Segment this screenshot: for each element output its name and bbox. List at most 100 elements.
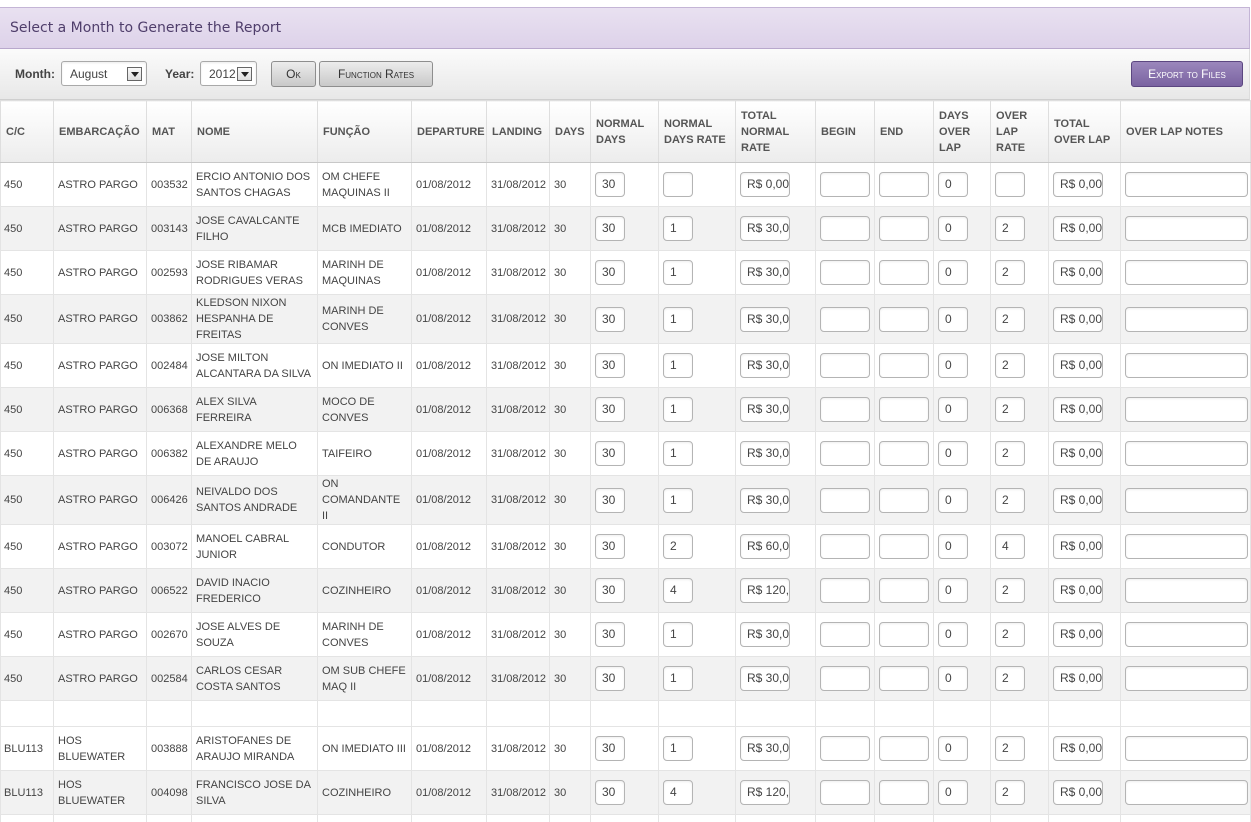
- end-input[interactable]: [879, 441, 929, 466]
- days-over-lap-input[interactable]: 0: [938, 666, 968, 691]
- normal-days-input[interactable]: 30: [595, 622, 625, 647]
- total-normal-rate-input[interactable]: R$ 30,0: [740, 487, 790, 513]
- normal-days-rate-input[interactable]: 1: [663, 441, 693, 466]
- total-normal-rate-input[interactable]: R$ 30,0: [740, 260, 790, 285]
- total-over-lap-input[interactable]: R$ 0,00: [1053, 780, 1103, 805]
- begin-input[interactable]: [820, 534, 870, 559]
- days-over-lap-input[interactable]: 0: [938, 534, 968, 559]
- begin-input[interactable]: [820, 736, 870, 761]
- begin-input[interactable]: [820, 441, 870, 466]
- begin-input[interactable]: [820, 622, 870, 647]
- over-lap-rate-input[interactable]: 2: [995, 260, 1025, 285]
- normal-days-rate-input[interactable]: 2: [663, 534, 693, 559]
- over-lap-rate-input[interactable]: 4: [995, 534, 1025, 559]
- normal-days-input[interactable]: 30: [595, 534, 625, 559]
- total-over-lap-input[interactable]: R$ 0,00: [1053, 578, 1103, 603]
- normal-days-input[interactable]: 30: [595, 306, 625, 332]
- end-input[interactable]: [879, 216, 929, 241]
- end-input[interactable]: [879, 172, 929, 197]
- begin-input[interactable]: [820, 216, 870, 241]
- days-over-lap-input[interactable]: 0: [938, 306, 968, 332]
- days-over-lap-input[interactable]: 0: [938, 736, 968, 761]
- total-normal-rate-input[interactable]: R$ 30,0: [740, 736, 790, 761]
- total-normal-rate-input[interactable]: R$ 120,: [740, 578, 790, 603]
- total-over-lap-input[interactable]: R$ 0,00: [1053, 216, 1103, 241]
- normal-days-rate-input[interactable]: 1: [663, 622, 693, 647]
- begin-input[interactable]: [820, 487, 870, 513]
- normal-days-rate-input[interactable]: 1: [663, 216, 693, 241]
- over-lap-rate-input[interactable]: 2: [995, 736, 1025, 761]
- over-lap-rate-input[interactable]: 2: [995, 353, 1025, 378]
- total-normal-rate-input[interactable]: R$ 30,0: [740, 353, 790, 378]
- normal-days-input[interactable]: 30: [595, 260, 625, 285]
- days-over-lap-input[interactable]: 0: [938, 216, 968, 241]
- total-over-lap-input[interactable]: R$ 0,00: [1053, 306, 1103, 332]
- over-lap-rate-input[interactable]: 2: [995, 578, 1025, 603]
- normal-days-rate-input[interactable]: 4: [663, 780, 693, 805]
- total-normal-rate-input[interactable]: R$ 30,0: [740, 306, 790, 332]
- over-lap-notes-input[interactable]: [1125, 666, 1248, 691]
- days-over-lap-input[interactable]: 0: [938, 487, 968, 513]
- function-rates-button[interactable]: Function Rates: [319, 61, 433, 87]
- normal-days-input[interactable]: 30: [595, 441, 625, 466]
- begin-input[interactable]: [820, 172, 870, 197]
- normal-days-input[interactable]: 30: [595, 216, 625, 241]
- normal-days-input[interactable]: 30: [595, 780, 625, 805]
- end-input[interactable]: [879, 260, 929, 285]
- over-lap-rate-input[interactable]: 2: [995, 216, 1025, 241]
- normal-days-rate-input[interactable]: 1: [663, 306, 693, 332]
- total-over-lap-input[interactable]: R$ 0,00: [1053, 260, 1103, 285]
- normal-days-input[interactable]: 30: [595, 578, 625, 603]
- over-lap-rate-input[interactable]: 2: [995, 397, 1025, 422]
- total-over-lap-input[interactable]: R$ 0,00: [1053, 666, 1103, 691]
- over-lap-rate-input[interactable]: 2: [995, 622, 1025, 647]
- total-over-lap-input[interactable]: R$ 0,00: [1053, 622, 1103, 647]
- over-lap-rate-input[interactable]: 2: [995, 780, 1025, 805]
- normal-days-rate-input[interactable]: 1: [663, 666, 693, 691]
- end-input[interactable]: [879, 780, 929, 805]
- over-lap-notes-input[interactable]: [1125, 306, 1248, 332]
- begin-input[interactable]: [820, 353, 870, 378]
- total-normal-rate-input[interactable]: R$ 30,0: [740, 397, 790, 422]
- over-lap-notes-input[interactable]: [1125, 780, 1248, 805]
- days-over-lap-input[interactable]: 0: [938, 172, 968, 197]
- normal-days-input[interactable]: 30: [595, 666, 625, 691]
- over-lap-notes-input[interactable]: [1125, 353, 1248, 378]
- normal-days-rate-input[interactable]: 1: [663, 397, 693, 422]
- over-lap-rate-input[interactable]: [995, 172, 1025, 197]
- days-over-lap-input[interactable]: 0: [938, 578, 968, 603]
- normal-days-input[interactable]: 30: [595, 353, 625, 378]
- total-normal-rate-input[interactable]: R$ 0,00: [740, 172, 790, 197]
- over-lap-rate-input[interactable]: 2: [995, 306, 1025, 332]
- days-over-lap-input[interactable]: 0: [938, 441, 968, 466]
- ok-button[interactable]: Ok: [271, 61, 316, 87]
- normal-days-input[interactable]: 30: [595, 487, 625, 513]
- over-lap-notes-input[interactable]: [1125, 534, 1248, 559]
- over-lap-notes-input[interactable]: [1125, 487, 1248, 513]
- over-lap-rate-input[interactable]: 2: [995, 487, 1025, 513]
- begin-input[interactable]: [820, 666, 870, 691]
- normal-days-rate-input[interactable]: 1: [663, 260, 693, 285]
- days-over-lap-input[interactable]: 0: [938, 780, 968, 805]
- normal-days-rate-input[interactable]: [663, 172, 693, 197]
- over-lap-notes-input[interactable]: [1125, 578, 1248, 603]
- total-normal-rate-input[interactable]: R$ 30,0: [740, 216, 790, 241]
- end-input[interactable]: [879, 622, 929, 647]
- over-lap-rate-input[interactable]: 2: [995, 666, 1025, 691]
- over-lap-notes-input[interactable]: [1125, 216, 1248, 241]
- total-normal-rate-input[interactable]: R$ 30,0: [740, 622, 790, 647]
- normal-days-input[interactable]: 30: [595, 397, 625, 422]
- over-lap-notes-input[interactable]: [1125, 172, 1248, 197]
- end-input[interactable]: [879, 578, 929, 603]
- days-over-lap-input[interactable]: 0: [938, 622, 968, 647]
- end-input[interactable]: [879, 397, 929, 422]
- end-input[interactable]: [879, 487, 929, 513]
- export-to-files-button[interactable]: Export to Files: [1131, 61, 1243, 87]
- days-over-lap-input[interactable]: 0: [938, 353, 968, 378]
- begin-input[interactable]: [820, 397, 870, 422]
- total-normal-rate-input[interactable]: R$ 30,0: [740, 441, 790, 466]
- month-select[interactable]: August: [61, 61, 147, 86]
- year-select[interactable]: 2012: [200, 61, 257, 86]
- end-input[interactable]: [879, 353, 929, 378]
- over-lap-notes-input[interactable]: [1125, 736, 1248, 761]
